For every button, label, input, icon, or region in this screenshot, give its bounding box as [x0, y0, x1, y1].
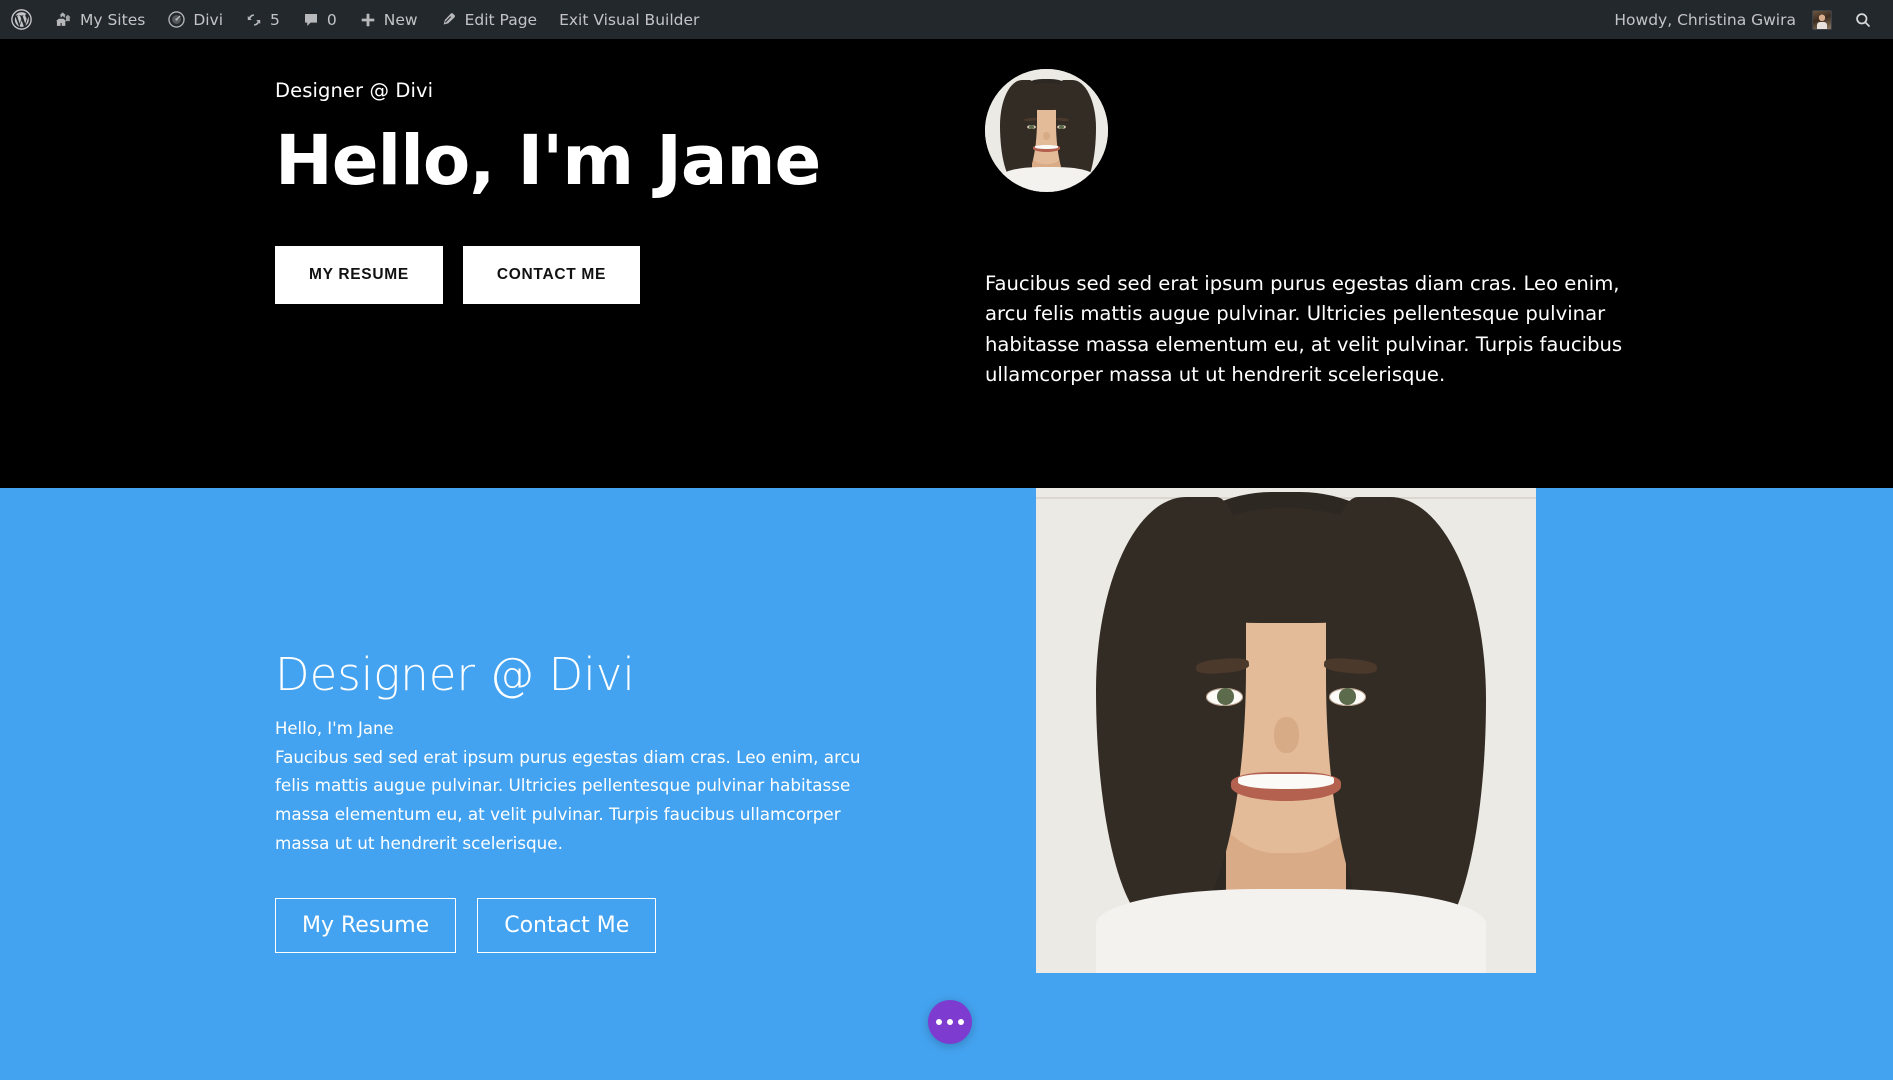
plus-icon: [359, 11, 377, 29]
new-label: New: [383, 10, 418, 29]
portrait-illustration: [985, 69, 1108, 192]
admin-bar-edit-page[interactable]: Edit Page: [429, 0, 548, 39]
updates-icon: [245, 11, 263, 29]
search-icon: [1854, 11, 1872, 29]
my-sites-icon: [54, 10, 73, 29]
hero-button-group: MY RESUME CONTACT ME: [275, 246, 975, 304]
blue-section-portrait-photo: [1036, 488, 1536, 973]
admin-bar-my-account[interactable]: Howdy, Christina Gwira: [1603, 0, 1843, 39]
blue-section: Designer @ Divi Hello, I'm Jane Faucibus…: [0, 488, 1893, 1080]
blue-contact-me-button[interactable]: Contact Me: [477, 898, 657, 954]
divi-dashboard-icon: [167, 10, 186, 29]
pencil-icon: [440, 11, 458, 29]
blue-button-group: My Resume Contact Me: [275, 898, 895, 954]
divi-label: Divi: [193, 10, 224, 29]
blue-my-resume-button[interactable]: My Resume: [275, 898, 457, 954]
blue-section-subheading: Hello, I'm Jane: [275, 718, 394, 738]
admin-bar-exit-visual-builder[interactable]: Exit Visual Builder: [548, 0, 710, 39]
hero-profile-photo: [985, 69, 1108, 192]
admin-bar-search[interactable]: [1843, 0, 1883, 39]
updates-count: 5: [270, 10, 280, 29]
admin-bar-left-group: My Sites Divi 5 0 New Edit Page Exit Vis…: [0, 0, 710, 39]
admin-bar-right-group: Howdy, Christina Gwira: [1603, 0, 1893, 39]
comments-count: 0: [326, 10, 337, 29]
avatar: [1812, 9, 1832, 30]
admin-bar-updates[interactable]: 5: [234, 0, 291, 39]
exit-visual-builder-label: Exit Visual Builder: [559, 10, 700, 29]
admin-bar-comments[interactable]: 0: [291, 0, 348, 39]
admin-bar-new-content[interactable]: New: [348, 0, 429, 39]
three-dots-icon: [947, 1019, 953, 1025]
portrait-illustration: [1036, 488, 1536, 973]
wordpress-logo-menu[interactable]: [0, 0, 43, 39]
edit-page-label: Edit Page: [464, 10, 538, 29]
hero-eyebrow: Designer @ Divi: [275, 79, 434, 102]
three-dots-icon: [936, 1019, 942, 1025]
wp-admin-bar: My Sites Divi 5 0 New Edit Page Exit Vis…: [0, 0, 1893, 39]
page-title: Hello, I'm Jane: [275, 121, 821, 201]
blue-section-heading: Designer @ Divi: [275, 648, 635, 701]
contact-me-button[interactable]: CONTACT ME: [462, 246, 641, 304]
admin-bar-my-sites[interactable]: My Sites: [43, 0, 156, 39]
my-resume-button[interactable]: MY RESUME: [275, 246, 443, 304]
admin-bar-divi[interactable]: Divi: [156, 0, 234, 39]
blue-left-column: Designer @ Divi Hello, I'm Jane Faucibus…: [275, 648, 895, 954]
comments-icon: [302, 11, 320, 29]
hero-inner: Designer @ Divi Hello, I'm Jane MY RESUM…: [0, 39, 1893, 488]
hero-section: Designer @ Divi Hello, I'm Jane MY RESUM…: [0, 39, 1893, 488]
howdy-label: Howdy, Christina Gwira: [1614, 10, 1796, 29]
hero-paragraph: Faucibus sed sed erat ipsum purus egesta…: [985, 272, 1623, 387]
blue-section-paragraph: Faucibus sed sed erat ipsum purus egesta…: [275, 746, 861, 854]
hero-right-column: Faucibus sed sed erat ipsum purus egesta…: [985, 69, 1625, 390]
divi-builder-menu-button[interactable]: [928, 1000, 972, 1044]
my-sites-label: My Sites: [80, 10, 146, 29]
wordpress-logo-icon: [11, 9, 32, 30]
hero-left-column: Designer @ Divi Hello, I'm Jane MY RESUM…: [275, 79, 975, 304]
three-dots-icon: [958, 1019, 964, 1025]
